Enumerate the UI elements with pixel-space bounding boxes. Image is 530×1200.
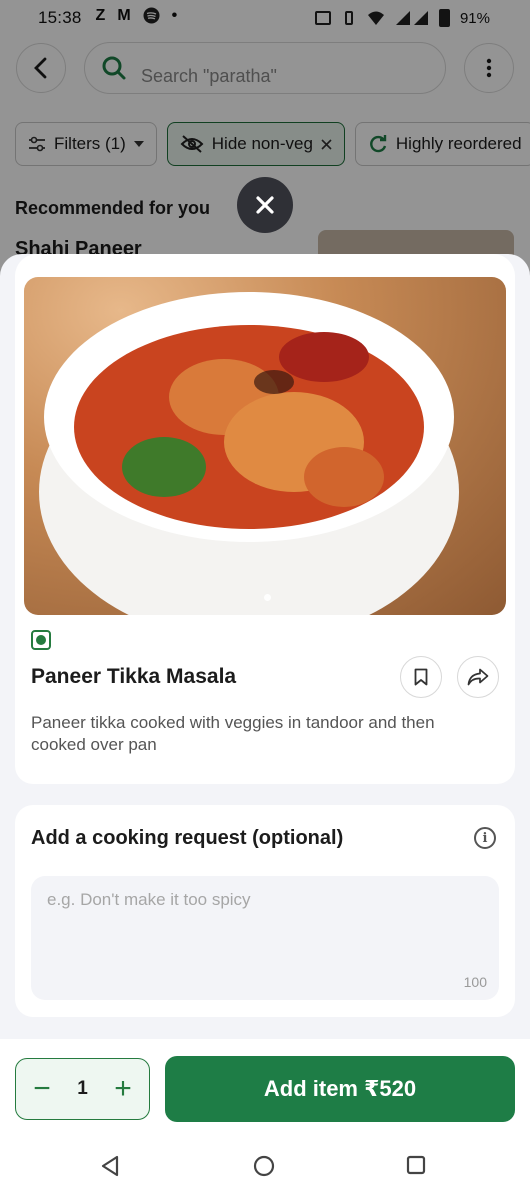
increase-quantity-button[interactable]: + <box>111 1074 135 1104</box>
cooking-request-card: Add a cooking request (optional) i e.g. … <box>15 805 515 1017</box>
nav-back-icon[interactable] <box>100 1155 120 1177</box>
bookmark-icon <box>414 668 428 686</box>
cooking-request-title: Add a cooking request (optional) <box>31 827 344 849</box>
quantity-value: 1 <box>77 1078 88 1099</box>
cooking-request-placeholder: e.g. Don't make it too spicy <box>47 890 251 909</box>
dish-image[interactable] <box>24 277 506 615</box>
add-item-button[interactable]: Add item ₹520 <box>165 1056 515 1122</box>
dish-description: Paneer tikka cooked with veggies in tand… <box>31 713 435 754</box>
char-limit: 100 <box>463 974 487 990</box>
info-icon[interactable]: i <box>474 827 496 849</box>
close-sheet-button[interactable] <box>237 177 293 233</box>
item-detail-sheet: Paneer Tikka Masala Paneer tikka cooked … <box>0 254 530 1200</box>
bookmark-button[interactable] <box>400 656 442 698</box>
dish-name: Paneer Tikka Masala <box>31 665 237 688</box>
system-nav-bar <box>0 1135 530 1200</box>
veg-icon <box>31 630 51 650</box>
carousel-indicator <box>264 594 271 601</box>
close-icon <box>256 196 274 214</box>
quantity-stepper: − 1 + <box>15 1058 150 1120</box>
add-to-cart-bar: − 1 + Add item ₹520 <box>0 1039 530 1135</box>
share-button[interactable] <box>457 656 499 698</box>
dish-illustration <box>39 292 459 615</box>
share-icon <box>467 668 489 686</box>
decrease-quantity-button[interactable]: − <box>30 1074 54 1104</box>
nav-recents-icon[interactable] <box>406 1155 426 1175</box>
cooking-request-field[interactable]: e.g. Don't make it too spicy 100 <box>31 876 499 1000</box>
dish-card: Paneer Tikka Masala Paneer tikka cooked … <box>15 254 515 784</box>
nav-home-icon[interactable] <box>253 1155 275 1177</box>
